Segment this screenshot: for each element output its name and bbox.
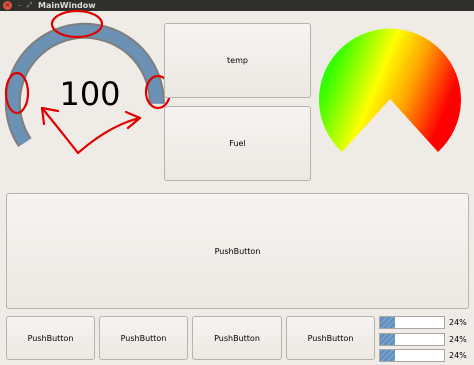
- progress-track: [379, 333, 445, 346]
- temp-button[interactable]: temp: [164, 23, 311, 98]
- progress-text: 24%: [449, 335, 467, 344]
- push-button-1[interactable]: PushButton: [6, 316, 95, 360]
- progress-bar-3: 24%: [379, 349, 474, 362]
- progress-fill: [380, 350, 396, 361]
- push-button-2[interactable]: PushButton: [99, 316, 188, 360]
- push-button-3[interactable]: PushButton: [192, 316, 282, 360]
- large-push-button[interactable]: PushButton: [6, 193, 469, 309]
- annotation-arrow-right: [76, 116, 142, 155]
- fuel-button[interactable]: Fuel: [164, 106, 311, 181]
- progress-track: [379, 349, 445, 362]
- progress-fill: [380, 334, 396, 345]
- push-button-4[interactable]: PushButton: [286, 316, 375, 360]
- progress-text: 24%: [449, 318, 467, 327]
- gauge-value: 100: [59, 75, 121, 113]
- progress-track: [379, 316, 445, 329]
- color-gauge: [318, 28, 461, 152]
- progress-fill: [380, 317, 396, 328]
- progress-bar-1: 24%: [379, 316, 474, 329]
- progress-text: 24%: [449, 351, 467, 360]
- progress-bar-2: 24%: [379, 333, 474, 346]
